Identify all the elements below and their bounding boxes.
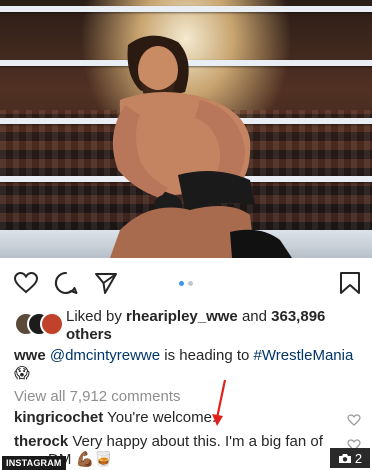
photo-count: 2 (354, 450, 363, 466)
caption-hashtag[interactable]: #WrestleMania (254, 347, 354, 364)
comment-text-continued: DM 💪🏾🥃 (48, 451, 113, 468)
caption-mention[interactable]: @dmcintyrewwe (50, 347, 160, 364)
comment-username[interactable]: therock (14, 433, 68, 450)
avatar (40, 312, 64, 336)
comment-row: therock Very happy about this. I'm a big… (14, 433, 344, 451)
carousel-dot (188, 281, 193, 286)
comment-username[interactable]: kingricochet (14, 409, 103, 426)
carousel-indicator (179, 281, 193, 286)
bookmark-icon[interactable] (337, 270, 363, 296)
post-caption: wwe @dmcintyrewwe is heading to #Wrestle… (14, 347, 362, 383)
comment-text: Very happy about this. I'm a big fan of (72, 433, 323, 450)
view-all-comments-link[interactable]: View all 7,912 comments (14, 388, 180, 405)
caption-emoji: 😱 (14, 365, 30, 382)
heart-icon[interactable] (13, 270, 39, 296)
likes-suffix[interactable]: others (66, 326, 112, 343)
likes-text[interactable]: Liked by rhearipley_wwe and 363,896 othe… (66, 308, 366, 344)
camera-icon (338, 453, 351, 463)
caption-username[interactable]: wwe (14, 347, 46, 364)
source-tag: INSTAGRAM (2, 456, 66, 470)
likes-count[interactable]: 363,896 (271, 308, 325, 325)
likes-summary: Liked by rhearipley_wwe and 363,896 othe… (14, 308, 364, 344)
comment-icon[interactable] (53, 270, 79, 296)
liked-by-user[interactable]: rhearipley_wwe (126, 308, 238, 325)
wrestler-figure (110, 35, 292, 258)
liked-by-and: and (241, 308, 267, 325)
comment-heart-icon[interactable] (347, 413, 361, 427)
liked-by-prefix: Liked by (66, 308, 122, 325)
share-icon[interactable] (93, 270, 119, 296)
caption-text: is heading to (164, 347, 250, 364)
liker-avatars[interactable] (14, 312, 66, 336)
photo-count-badge: 2 (330, 448, 370, 468)
carousel-dot (179, 281, 184, 286)
comment-row: kingricochet You're welcome. (14, 409, 344, 427)
comment-text: You're welcome. (107, 409, 217, 426)
post-photo[interactable] (0, 0, 372, 258)
annotation-arrow (212, 379, 227, 426)
